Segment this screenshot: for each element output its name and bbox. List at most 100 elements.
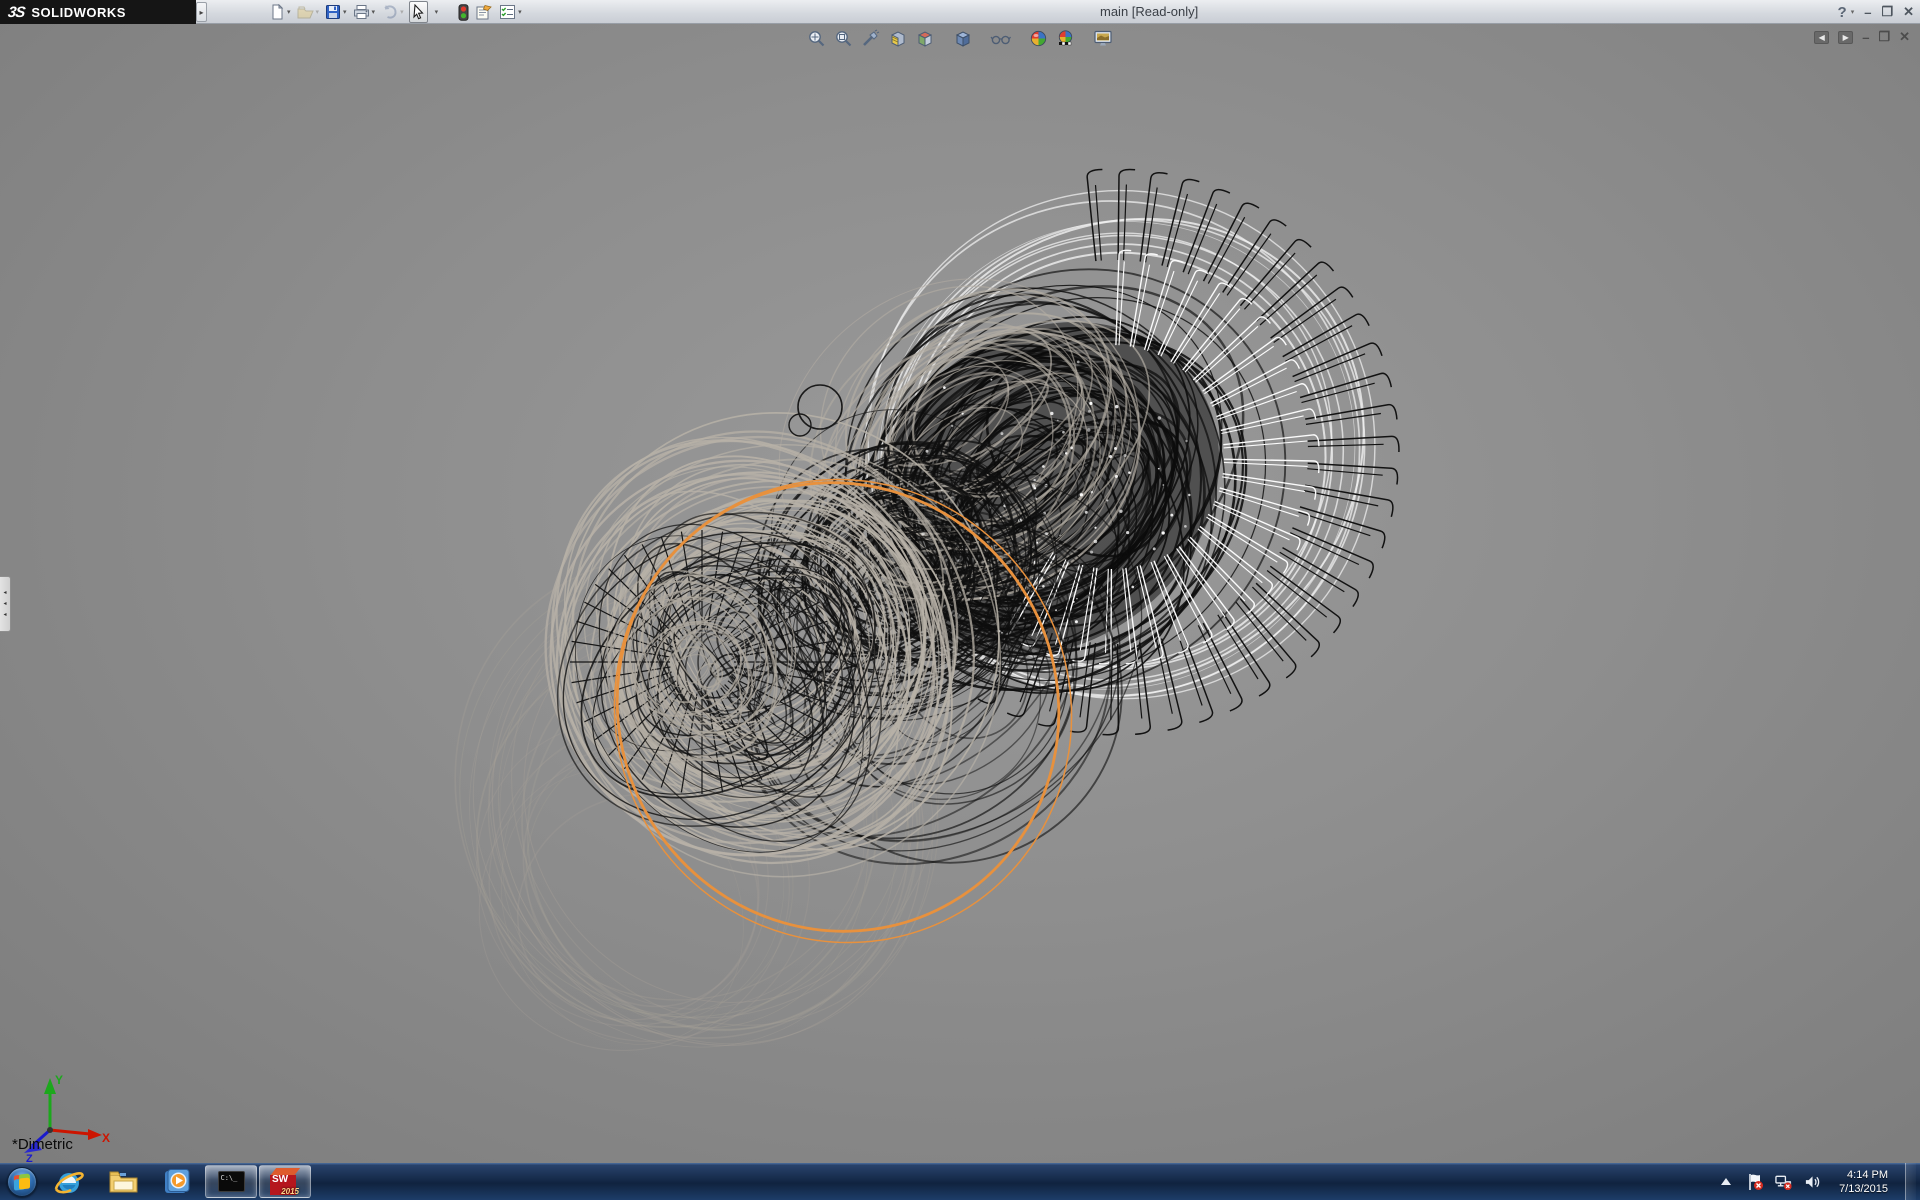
minimize-button[interactable]: –: [1864, 5, 1871, 20]
rebuild-button[interactable]: [457, 1, 470, 23]
section-view-icon: [888, 29, 907, 48]
new-document-icon: [269, 4, 285, 20]
view-orientation-icon: [915, 29, 934, 48]
doc-minimize-button[interactable]: –: [1862, 30, 1869, 45]
action-center-button[interactable]: [1746, 1173, 1764, 1191]
solidworks-logo-text: SOLIDWORKS: [31, 5, 126, 20]
file-properties-button[interactable]: [474, 1, 494, 23]
previous-view-button[interactable]: [860, 27, 882, 49]
windows-orb-icon: [7, 1167, 37, 1197]
select-cursor-icon: [411, 4, 426, 20]
command-prompt-icon: C:\_: [218, 1171, 245, 1192]
display-style-icon: [953, 29, 972, 48]
zoom-to-fit-icon: [807, 29, 826, 48]
save-floppy-icon: [325, 4, 341, 20]
taskbar-item-command-prompt[interactable]: C:\_: [205, 1165, 257, 1198]
restore-button[interactable]: ❐: [1881, 4, 1893, 20]
checkered-flag: [1059, 42, 1071, 45]
triad-y-label: Y: [55, 1073, 63, 1087]
show-hidden-icons-button[interactable]: [1717, 1173, 1735, 1191]
dropdown-arrow[interactable]: ▾: [518, 8, 522, 16]
folder-icon: [108, 1168, 139, 1195]
apply-scene-icon: [1056, 29, 1075, 48]
help-dropdown-arrow[interactable]: ▾: [1851, 8, 1855, 16]
open-folder-icon: [297, 4, 314, 20]
dropdown-arrow[interactable]: ▾: [400, 8, 404, 16]
solidworks-year-label: 2015: [281, 1187, 299, 1197]
document-window-controls: ◀ ▶ – ❐ ✕: [1814, 29, 1910, 45]
clock-date: 7/13/2015: [1839, 1182, 1888, 1196]
dassault-3ds-logo-icon: 3S: [7, 4, 26, 21]
graphics-viewport[interactable]: ◀ ▶ – ❐ ✕ ◂ ◂ ◂ Y X Z *Dimetric: [0, 24, 1920, 1163]
hide-show-items-button[interactable]: [990, 27, 1012, 49]
network-status-button[interactable]: [1775, 1173, 1793, 1191]
internet-explorer-icon: [54, 1167, 84, 1197]
zoom-to-area-button[interactable]: [833, 27, 855, 49]
action-center-flag-icon: [1746, 1173, 1764, 1191]
up-arrow-icon: [1720, 1177, 1732, 1187]
appearance-sphere-icon: [1029, 29, 1048, 48]
zoom-to-fit-button[interactable]: [806, 27, 828, 49]
printer-icon: [353, 4, 370, 20]
doc-restore-button[interactable]: ❐: [1878, 29, 1890, 45]
windows-taskbar: C:\_ SW 2015: [0, 1163, 1920, 1200]
apply-scene-button[interactable]: [1055, 27, 1077, 49]
dropdown-arrow[interactable]: ▾: [372, 8, 376, 16]
previous-document-button[interactable]: ◀: [1814, 31, 1829, 44]
chevron-left-icon: ◂: [3, 612, 6, 618]
dropdown-arrow[interactable]: ▾: [287, 8, 291, 16]
window-controls: ? ▾ – ❐ ✕: [1838, 2, 1914, 22]
options-button[interactable]: ▾: [498, 1, 523, 23]
save-button[interactable]: ▾: [324, 1, 348, 23]
help-button[interactable]: ?: [1838, 4, 1847, 21]
select-flyout[interactable]: ▾: [432, 1, 440, 23]
view-settings-icon: [1093, 29, 1114, 48]
solidworks-logo[interactable]: 3S SOLIDWORKS: [0, 0, 196, 24]
triad-x-label: X: [102, 1131, 110, 1145]
file-properties-icon: [475, 4, 493, 20]
display-style-button[interactable]: [952, 27, 974, 49]
taskbar-item-internet-explorer[interactable]: [43, 1165, 95, 1198]
view-settings-button[interactable]: [1093, 27, 1115, 49]
taskbar-item-solidworks-2015[interactable]: SW 2015: [259, 1165, 311, 1198]
taskbar-item-file-explorer[interactable]: [97, 1165, 149, 1198]
network-disconnected-icon: [1775, 1173, 1793, 1191]
title-bar: 3S SOLIDWORKS ▸ ▾ ▾ ▾: [0, 0, 1920, 24]
system-tray: 4:14 PM 7/13/2015: [1717, 1163, 1920, 1200]
taskbar-item-media-player[interactable]: [151, 1165, 203, 1198]
view-orientation-label: *Dimetric: [12, 1136, 73, 1153]
section-view-button[interactable]: [887, 27, 909, 49]
dropdown-arrow[interactable]: ▾: [435, 8, 439, 16]
rebuild-traffic-light-icon: [458, 4, 469, 21]
previous-view-icon: [861, 29, 880, 48]
view-orientation-button[interactable]: [914, 27, 936, 49]
doc-close-button[interactable]: ✕: [1899, 29, 1910, 45]
select-button[interactable]: [409, 1, 428, 23]
zoom-to-area-icon: [834, 29, 853, 48]
open-button[interactable]: ▾: [296, 1, 321, 23]
show-desktop-button[interactable]: [1905, 1163, 1916, 1200]
solidworks-2015-icon: SW 2015: [270, 1168, 300, 1195]
taskbar-clock[interactable]: 4:14 PM 7/13/2015: [1833, 1168, 1894, 1196]
dropdown-arrow[interactable]: ▾: [343, 8, 347, 16]
menu-expand-arrow[interactable]: ▸: [196, 2, 207, 22]
dropdown-arrow[interactable]: ▾: [316, 8, 320, 16]
featuremanager-collapsed-tab[interactable]: ◂ ◂ ◂: [0, 576, 11, 632]
media-player-icon: [162, 1168, 192, 1196]
speaker-icon: [1804, 1173, 1822, 1191]
next-document-button[interactable]: ▶: [1838, 31, 1853, 44]
main-toolbar: ▾ ▾ ▾ ▾: [268, 1, 523, 23]
eyeglasses-icon: [990, 29, 1012, 48]
print-button[interactable]: ▾: [352, 1, 377, 23]
undo-arrow-icon: [381, 4, 398, 20]
close-button[interactable]: ✕: [1903, 4, 1914, 20]
new-document-button[interactable]: ▾: [268, 1, 292, 23]
clock-time: 4:14 PM: [1839, 1168, 1888, 1182]
triad-z-label: Z: [26, 1153, 33, 1162]
volume-button[interactable]: [1804, 1173, 1822, 1191]
undo-button[interactable]: ▾: [380, 1, 405, 23]
heads-up-view-toolbar: [0, 27, 1920, 49]
start-button[interactable]: [2, 1163, 42, 1200]
turbine-wireframe-model[interactable]: [0, 24, 1920, 1163]
edit-appearance-button[interactable]: [1028, 27, 1050, 49]
